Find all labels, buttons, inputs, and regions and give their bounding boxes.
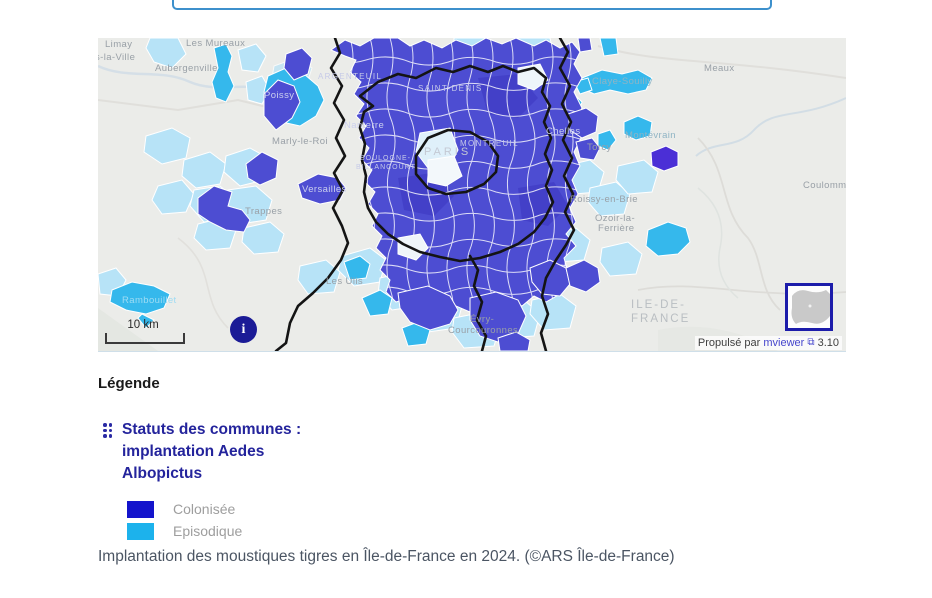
info-button[interactable]: i [230, 316, 257, 343]
map-place-label: Torcy [587, 142, 612, 153]
attribution-version: 3.10 [818, 337, 839, 349]
map-place-label: Aubergenville [155, 63, 218, 74]
map-place-label: Nanterre [344, 120, 384, 131]
mviewer-link[interactable]: mviewer [763, 337, 804, 349]
legend-items: Colonisée Episodique [127, 498, 242, 542]
map-place-label: Les Ulis [326, 276, 363, 287]
map-canvas[interactable]: Limay s-la-Ville Les Mureaux Aubergenville P… [98, 38, 846, 351]
scale-bar [105, 333, 185, 344]
map-place-label: BOULOGNE- [360, 155, 411, 162]
figure-caption: Implantation des moustiques tigres en Îl… [98, 548, 675, 566]
map-place-label: ILE-DE- [631, 299, 686, 311]
legend-item: Episodique [127, 520, 242, 542]
page: Limay s-la-Ville Les Mureaux Aubergenville P… [0, 0, 932, 598]
map-place-label: Ferrière [598, 223, 634, 234]
legend-label: Episodique [173, 523, 242, 539]
legend-heading: Légende [98, 375, 160, 392]
map-place-label: Trappes [245, 206, 282, 217]
overview-map-graphic [788, 286, 830, 328]
legend-layer-title: Statuts des communes : implantation Aede… [122, 419, 327, 485]
external-link-icon[interactable]: ⧉ [807, 337, 814, 348]
map-place-label: Les Mureaux [186, 38, 245, 49]
legend-item: Colonisée [127, 498, 242, 520]
map-place-label: ARGENTEUIL [318, 72, 382, 81]
map-attribution: Propulsé par mviewer ⧉ 3.10 [695, 336, 842, 350]
drag-handle-icon[interactable] [103, 423, 112, 438]
map-place-label: Poissy [264, 90, 294, 101]
map-place-label: Courcouronnes [448, 325, 518, 336]
map-container[interactable]: Limay s-la-Ville Les Mureaux Aubergenville P… [98, 38, 846, 352]
overview-map[interactable] [785, 283, 833, 331]
map-place-label: Coulommiers [803, 180, 846, 191]
map-place-label: s-la-Ville [98, 52, 135, 63]
legend-swatch [127, 523, 154, 540]
map-place-label: Meaux [704, 63, 735, 74]
map-place-label: Rambouillet [122, 295, 177, 306]
map-place-label: Chelles [546, 126, 580, 137]
map-place-label: Roissy-en-Brie [570, 194, 638, 205]
legend-swatch [127, 501, 154, 518]
map-place-label: Limay [105, 39, 132, 50]
map-place-label: Marly-le-Roi [272, 136, 328, 147]
map-place-label: Montévrain [625, 130, 676, 141]
map-place-label: Claye-Souilly [592, 76, 653, 87]
map-place-label: MONTREUIL [460, 139, 519, 148]
attribution-prefix: Propulsé par [698, 337, 760, 349]
map-place-label: SAINT-DENIS [418, 84, 483, 93]
scale-label: 10 km [105, 319, 181, 331]
truncated-top-banner[interactable] [172, 0, 772, 10]
map-place-label: Versailles [302, 184, 347, 195]
legend-label: Colonisée [173, 501, 235, 517]
map-place-label: FRANCE [631, 313, 690, 325]
map-place-label: BILLANCOURT [356, 164, 416, 171]
map-place-label: Évry- [470, 314, 494, 325]
